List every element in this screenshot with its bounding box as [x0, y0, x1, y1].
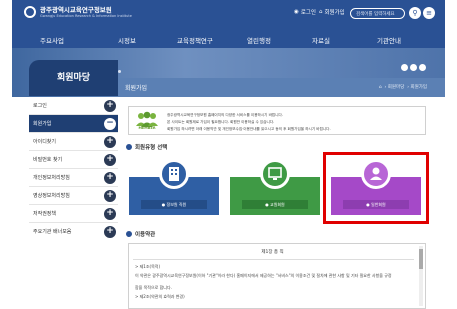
page-title: 회원가입: [125, 85, 148, 92]
banner-prev-button[interactable]: [401, 64, 408, 71]
sidebar-item-label: 아이디찾기: [33, 139, 57, 145]
banner-next-button[interactable]: [419, 64, 426, 71]
sidebar-item-label: 비밀번호 찾기: [33, 157, 63, 163]
terms-line: > 제2조(약관의 효력과 변경): [135, 294, 185, 299]
section-bullet-icon: [126, 231, 132, 237]
breadcrumb: ⌂ › 회원마당 › 회원가입: [378, 85, 427, 90]
plus-icon: +: [104, 136, 116, 148]
card-label: ● 정보원 직원: [141, 200, 207, 209]
sidebar-item-label: 개인정보처리방침: [33, 175, 70, 181]
breadcrumb-item[interactable]: 회원마당: [388, 85, 405, 90]
sidebar-item-label: 주요기관 배너모음: [33, 229, 72, 235]
top-header: 광주광역시교육연구정보원 Gwangju Education Research …: [12, 0, 445, 34]
logo-mark-icon: [24, 6, 36, 18]
sidebar-item-label: 로그인: [33, 103, 47, 109]
minus-icon: −: [104, 118, 116, 130]
lock-icon: ◉: [294, 9, 299, 15]
card-label: ● 교원회원: [242, 200, 308, 209]
sidebar-item-signup[interactable]: 회원가입 −: [29, 115, 118, 133]
sidebar-item-label: 저작권정책: [33, 211, 57, 217]
sidebar-item-video-policy[interactable]: 영상정보처리방침 +: [29, 187, 118, 205]
member-type-heading: 회원유형 선택: [126, 143, 167, 151]
sidebar-item-find-id[interactable]: 아이디찾기 +: [29, 133, 118, 151]
plus-icon: +: [104, 172, 116, 184]
member-info-line: 회원가입 하시려면 아래 이용약관 및 개인정보수집·이용안내를 읽으시고 동의…: [167, 127, 331, 131]
terms-chapter-title: 제1장 총 칙: [261, 250, 284, 255]
terms-heading-text: 이용약관: [135, 232, 156, 238]
home-icon: ⌂: [319, 9, 323, 15]
monitor-icon: [260, 159, 290, 189]
home-icon[interactable]: ⌂: [379, 85, 382, 90]
search-button[interactable]: ⚲: [409, 7, 421, 19]
sidebar-item-find-password[interactable]: 비밀번호 찾기 +: [29, 151, 118, 169]
logo-subtitle: Gwangju Education Research & Information…: [40, 13, 132, 18]
member-info-box: MEMBER 광주광역시교육연구정보원 홈페이지의 다양한 서비스를 이용하시기…: [128, 106, 426, 135]
terms-line: 함을 목적으로 합니다.: [135, 285, 172, 290]
banner-pause-button[interactable]: [410, 64, 417, 71]
section-bullet-icon: [126, 144, 132, 150]
sidebar-item-label: 영상정보처리방침: [33, 193, 70, 199]
sidebar-item-privacy[interactable]: 개인정보처리방침 +: [29, 169, 118, 187]
sidebar-item-copyright[interactable]: 저작권정책 +: [29, 205, 118, 223]
divider: [133, 259, 414, 260]
scrollbar-thumb[interactable]: [419, 249, 423, 269]
search-placeholder: 검색어를 입력하세요: [356, 12, 395, 17]
login-link[interactable]: ◉ 로그인: [294, 8, 316, 16]
member-card-staff[interactable]: ● 정보원 직원: [129, 159, 219, 215]
member-info-line: 본 사이트는 회원제로 가입이 필요합니다. 회원만 이용하실 수 있습니다.: [167, 120, 275, 124]
plus-icon: +: [104, 154, 116, 166]
terms-line: > 제1조(목적): [135, 264, 161, 269]
hamburger-icon: ≡: [426, 9, 432, 17]
gnb-item-archive[interactable]: 자료실: [312, 35, 330, 45]
gnb-item-research[interactable]: 교육정책연구: [177, 35, 213, 45]
signup-label: 회원가입: [324, 10, 345, 16]
plus-icon: +: [104, 208, 116, 220]
site-logo[interactable]: 광주광역시교육연구정보원 Gwangju Education Research …: [24, 6, 132, 18]
global-nav: 주요사업 시정보 교육정책연구 열린행정 자료실 기관안내: [12, 34, 445, 48]
gnb-item-about[interactable]: 기관안내: [377, 35, 401, 45]
sidebar-title: 회원마당: [29, 60, 118, 96]
highlight-box: [323, 152, 429, 224]
login-label: 로그인: [300, 10, 316, 16]
terms-heading: 이용약관: [126, 230, 155, 238]
member-type-heading-text: 회원유형 선택: [135, 145, 168, 151]
gnb-item-main-business[interactable]: 주요사업: [40, 35, 64, 45]
breadcrumb-item[interactable]: 회원가입: [410, 85, 427, 90]
member-card-teacher[interactable]: ● 교원회원: [230, 159, 320, 215]
logo-title: 광주광역시교육연구정보원: [40, 5, 112, 14]
page-title-bar: 회원가입 ⌂ › 회원마당 › 회원가입: [118, 78, 445, 97]
plus-icon: +: [104, 100, 116, 112]
signup-link[interactable]: ⌂ 회원가입: [319, 8, 345, 16]
gnb-item-info[interactable]: 시정보: [118, 35, 136, 45]
search-input[interactable]: 검색어를 입력하세요: [350, 8, 405, 19]
search-icon: ⚲: [412, 9, 418, 17]
member-label: MEMBER: [138, 126, 156, 130]
menu-button[interactable]: ≡: [423, 7, 435, 19]
terms-box[interactable]: 제1장 총 칙 > 제1조(목적) 이 약관은 광주광역시교육연구정보원(이하 …: [128, 243, 426, 309]
member-info-line: 광주광역시교육연구정보원 홈페이지의 다양한 서비스를 이용하시기 바랍니다.: [167, 113, 283, 117]
plus-icon: +: [104, 226, 116, 238]
terms-scrollbar[interactable]: [419, 246, 423, 306]
terms-line: 이 약관은 광주광역시교육연구정보원(이하 "기관"이라 한다) 홈페이지에서 …: [135, 273, 392, 278]
building-icon: [159, 159, 189, 189]
sidebar-item-banners[interactable]: 주요기관 배너모음 +: [29, 223, 118, 249]
plus-icon: +: [104, 190, 116, 202]
sidebar-item-label: 회원가입: [33, 121, 52, 127]
sidebar-item-login[interactable]: 로그인 +: [29, 97, 118, 115]
gnb-item-open-admin[interactable]: 열린행정: [247, 35, 271, 45]
